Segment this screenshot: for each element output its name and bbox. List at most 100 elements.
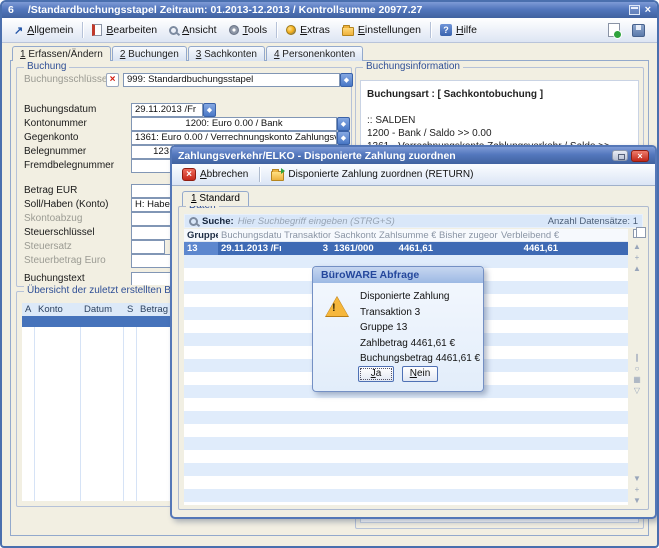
empty-table-row[interactable] [184,489,628,502]
close-icon[interactable]: × [645,5,651,15]
field-label: Betrag EUR [24,185,77,196]
combo-dropdown-icon[interactable]: ◆ [337,131,350,145]
dialog-titlebar[interactable]: Zahlungsverkehr/ELKO - Disponierte Zahlu… [172,147,655,164]
combo-dropdown-icon[interactable]: ◆ [203,103,216,117]
help-icon: ? [440,24,452,36]
scroll-down-icon[interactable]: ▼ [633,475,641,483]
new-document-button[interactable] [602,21,626,39]
menu-label: Allgemein [27,24,73,36]
search-input[interactable]: Hier Suchbegriff eingeben (STRG+S) [238,216,544,227]
tab-sachkonten[interactable]: 3 Sachkonten [188,46,265,61]
empty-table-row[interactable] [184,411,628,424]
menu-item-hilfe[interactable]: ? Hilfe [434,22,483,38]
field-label: Kontonummer [24,118,87,129]
empty-table-row[interactable] [184,437,628,450]
msgbox-buroware-abfrage: BüroWARE Abfrage ! Disponierte Zahlung T… [312,266,484,392]
menu-item-tools[interactable]: Tools [223,22,274,38]
gegenkonto-combo[interactable]: 1361: Euro 0.00 / Verrechnungskonto Zahl… [131,131,337,145]
scroll-up-icon[interactable]: ▲ [633,265,641,273]
columns-icon[interactable]: ∥ [635,354,639,362]
kontonummer-combo[interactable]: 1200: Euro 0.00 / Bank [131,117,337,131]
column-header[interactable]: Datum [81,303,124,316]
empty-table-row[interactable] [184,463,628,476]
empty-table-row[interactable] [184,450,628,463]
selected-payment-row[interactable]: 13 29.11.2013 /Fr 3 1361/000 4461,61 446… [184,242,628,255]
column-header[interactable]: A [22,303,35,316]
cell-zahlsumme: 4461,61 [376,242,436,255]
column-header-buchungsdatum[interactable]: Buchungsdatum [218,229,281,241]
empty-table-row[interactable] [184,476,628,489]
grid-icon[interactable]: ▦ [633,376,641,384]
cell-gruppe: 13 [184,242,218,255]
filter-icon[interactable]: ▽ [634,387,640,395]
magnifier-icon [169,26,178,35]
steuersatz-input[interactable] [131,240,165,254]
maximize-icon[interactable] [612,150,628,161]
main-titlebar[interactable]: 6 /Standardbuchungsstapel Zeitraum: 01.2… [2,2,657,18]
cell-buchungsdatum: 29.11.2013 /Fr [218,242,281,255]
column-header-sachkonto[interactable]: Sachkonto [331,229,376,241]
menu-item-allgemein[interactable]: ↗ Allgemein [8,22,79,39]
tab-erfassen-aendern[interactable]: 1 Erfassen/Ändern [12,46,111,61]
yes-button[interactable]: Ja [358,366,394,382]
empty-table-row[interactable] [184,398,628,411]
column-header-gruppe[interactable]: Gruppe [184,229,218,241]
scroll-top-icon[interactable]: ▲ [633,243,641,251]
assign-payment-button[interactable]: Disponierte Zahlung zuordnen (RETURN) [267,167,477,182]
search-bar[interactable]: Suche: Hier Suchbegriff eingeben (STRG+S… [184,214,643,228]
msgbox-line: Zahlbetrag 4461,61 € [360,336,480,352]
menu-label: Einstellungen [358,24,421,36]
combo-dropdown-icon[interactable]: ◆ [340,73,353,87]
field-label: Skontoabzug [24,213,82,224]
buchungsschluessel-combo[interactable]: 999: Standardbuchungsstapel [123,73,340,87]
add2-icon[interactable]: + [635,486,640,494]
menu-label: Extras [300,24,330,36]
cell-sachkonto: 1361/000 [331,242,376,255]
menu-item-extras[interactable]: Extras [280,22,336,38]
dialog-close-icon[interactable]: × [631,150,649,162]
scroll-bottom-icon[interactable]: ▼ [633,497,641,505]
column-header-bisher[interactable]: Bisher zugeordnet [436,229,498,241]
field-label: Gegenkonto [24,132,79,143]
no-button[interactable]: Nein [402,366,438,382]
menu-item-einstellungen[interactable]: Einstellungen [336,22,427,38]
save-icon [632,24,645,37]
warning-mark: ! [332,302,336,314]
steuerbetrag-input[interactable] [131,254,173,268]
empty-table-row[interactable] [184,424,628,437]
clear-button[interactable]: × [106,73,119,87]
tab-personenkonten[interactable]: 4 Personenkonten [266,46,363,61]
new-document-icon [608,23,620,37]
field-label: Buchungsschlüssel [24,74,110,85]
combo-dropdown-icon[interactable]: ◆ [337,117,350,131]
column-header[interactable]: S [124,303,137,316]
cell-bisher [436,242,498,255]
field-label: Steuerbetrag Euro [24,255,106,266]
msgbox-title[interactable]: BüroWARE Abfrage [313,267,483,283]
field-label: Steuerschlüssel [24,227,95,238]
tab-standard[interactable]: 1 Standard [182,191,249,206]
notebook-icon [92,24,102,36]
msgbox-line: Transaktion 3 [360,305,480,321]
restore-icon[interactable] [629,5,640,15]
column-header-transaktion[interactable]: Transaktion [281,229,331,241]
cell-verbleibend: 4461,61 [498,242,561,255]
menu-item-ansicht[interactable]: Ansicht [163,22,222,38]
main-window: 6 /Standardbuchungsstapel Zeitraum: 01.2… [0,0,659,548]
dialog-title: Zahlungsverkehr/ELKO - Disponierte Zahlu… [178,150,612,162]
tab-buchungen[interactable]: 2 Buchungen [112,46,187,61]
belegnummer-input[interactable]: 123 [131,145,173,159]
save-button[interactable] [626,22,651,39]
window-number: 6 [8,4,14,16]
copy-icon[interactable] [633,229,641,238]
group-title: Buchungsinformation [363,61,463,72]
cancel-button[interactable]: × Abbrechen [178,167,252,182]
record-count: Anzahl Datensätze: 1 [548,216,638,227]
zoom-icon[interactable]: ○ [635,365,640,373]
menu-item-bearbeiten[interactable]: Bearbeiten [86,22,163,38]
buchungsdatum-input[interactable]: 29.11.2013 /Fr [131,103,203,117]
add-icon[interactable]: + [635,254,640,262]
column-header-zahlsumme[interactable]: Zahlsumme € [376,229,436,241]
column-header-verbleibend[interactable]: Verbleibend € [498,229,561,241]
column-header[interactable]: Konto [35,303,81,316]
